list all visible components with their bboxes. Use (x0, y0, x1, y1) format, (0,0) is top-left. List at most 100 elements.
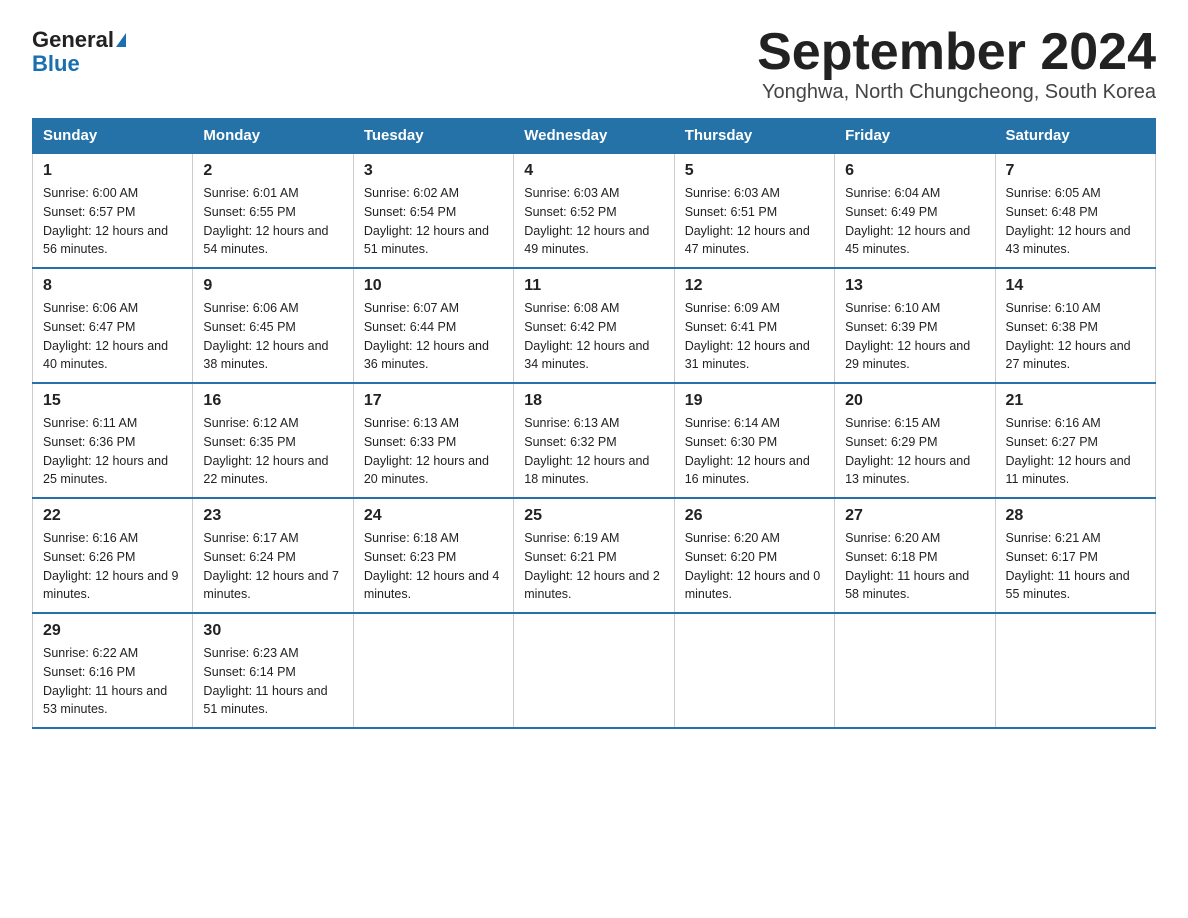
day-number: 21 (1006, 392, 1145, 410)
calendar-week-row: 1 Sunrise: 6:00 AMSunset: 6:57 PMDayligh… (33, 153, 1156, 268)
day-number: 1 (43, 162, 182, 180)
calendar-week-row: 15 Sunrise: 6:11 AMSunset: 6:36 PMDaylig… (33, 383, 1156, 498)
day-info: Sunrise: 6:08 AMSunset: 6:42 PMDaylight:… (524, 301, 649, 371)
calendar-cell: 25 Sunrise: 6:19 AMSunset: 6:21 PMDaylig… (514, 498, 674, 613)
weekday-header-tuesday: Tuesday (353, 119, 513, 154)
day-number: 19 (685, 392, 824, 410)
weekday-header-friday: Friday (835, 119, 995, 154)
logo-triangle-icon (116, 33, 126, 47)
logo-general: General (32, 28, 114, 52)
calendar-cell: 1 Sunrise: 6:00 AMSunset: 6:57 PMDayligh… (33, 153, 193, 268)
calendar-cell: 21 Sunrise: 6:16 AMSunset: 6:27 PMDaylig… (995, 383, 1155, 498)
calendar-cell: 19 Sunrise: 6:14 AMSunset: 6:30 PMDaylig… (674, 383, 834, 498)
day-info: Sunrise: 6:10 AMSunset: 6:39 PMDaylight:… (845, 301, 970, 371)
calendar-cell: 20 Sunrise: 6:15 AMSunset: 6:29 PMDaylig… (835, 383, 995, 498)
logo-blue: Blue (32, 52, 80, 76)
weekday-header-monday: Monday (193, 119, 353, 154)
day-number: 18 (524, 392, 663, 410)
calendar-cell: 15 Sunrise: 6:11 AMSunset: 6:36 PMDaylig… (33, 383, 193, 498)
day-number: 17 (364, 392, 503, 410)
day-number: 10 (364, 277, 503, 295)
calendar-cell: 29 Sunrise: 6:22 AMSunset: 6:16 PMDaylig… (33, 613, 193, 728)
weekday-header-saturday: Saturday (995, 119, 1155, 154)
page-header: General Blue September 2024 Yonghwa, Nor… (32, 24, 1156, 114)
calendar-cell: 2 Sunrise: 6:01 AMSunset: 6:55 PMDayligh… (193, 153, 353, 268)
day-info: Sunrise: 6:23 AMSunset: 6:14 PMDaylight:… (203, 646, 327, 716)
day-number: 4 (524, 162, 663, 180)
calendar-cell: 26 Sunrise: 6:20 AMSunset: 6:20 PMDaylig… (674, 498, 834, 613)
calendar-cell: 13 Sunrise: 6:10 AMSunset: 6:39 PMDaylig… (835, 268, 995, 383)
day-info: Sunrise: 6:20 AMSunset: 6:18 PMDaylight:… (845, 531, 969, 601)
calendar-cell: 30 Sunrise: 6:23 AMSunset: 6:14 PMDaylig… (193, 613, 353, 728)
day-number: 2 (203, 162, 342, 180)
day-number: 26 (685, 507, 824, 525)
calendar-cell: 12 Sunrise: 6:09 AMSunset: 6:41 PMDaylig… (674, 268, 834, 383)
calendar-week-row: 29 Sunrise: 6:22 AMSunset: 6:16 PMDaylig… (33, 613, 1156, 728)
day-number: 7 (1006, 162, 1145, 180)
day-info: Sunrise: 6:16 AMSunset: 6:26 PMDaylight:… (43, 531, 179, 601)
title-block: September 2024 Yonghwa, North Chungcheon… (757, 24, 1156, 114)
day-info: Sunrise: 6:12 AMSunset: 6:35 PMDaylight:… (203, 416, 328, 486)
day-info: Sunrise: 6:21 AMSunset: 6:17 PMDaylight:… (1006, 531, 1130, 601)
weekday-header-sunday: Sunday (33, 119, 193, 154)
calendar-cell: 17 Sunrise: 6:13 AMSunset: 6:33 PMDaylig… (353, 383, 513, 498)
calendar-cell: 28 Sunrise: 6:21 AMSunset: 6:17 PMDaylig… (995, 498, 1155, 613)
calendar-cell: 18 Sunrise: 6:13 AMSunset: 6:32 PMDaylig… (514, 383, 674, 498)
weekday-header-thursday: Thursday (674, 119, 834, 154)
day-info: Sunrise: 6:09 AMSunset: 6:41 PMDaylight:… (685, 301, 810, 371)
day-info: Sunrise: 6:20 AMSunset: 6:20 PMDaylight:… (685, 531, 821, 601)
day-number: 13 (845, 277, 984, 295)
day-info: Sunrise: 6:06 AMSunset: 6:45 PMDaylight:… (203, 301, 328, 371)
calendar-week-row: 8 Sunrise: 6:06 AMSunset: 6:47 PMDayligh… (33, 268, 1156, 383)
day-number: 27 (845, 507, 984, 525)
day-info: Sunrise: 6:03 AMSunset: 6:52 PMDaylight:… (524, 186, 649, 256)
calendar-cell: 10 Sunrise: 6:07 AMSunset: 6:44 PMDaylig… (353, 268, 513, 383)
calendar-cell: 23 Sunrise: 6:17 AMSunset: 6:24 PMDaylig… (193, 498, 353, 613)
day-info: Sunrise: 6:13 AMSunset: 6:32 PMDaylight:… (524, 416, 649, 486)
weekday-header-row: SundayMondayTuesdayWednesdayThursdayFrid… (33, 119, 1156, 154)
day-info: Sunrise: 6:15 AMSunset: 6:29 PMDaylight:… (845, 416, 970, 486)
day-number: 6 (845, 162, 984, 180)
day-info: Sunrise: 6:04 AMSunset: 6:49 PMDaylight:… (845, 186, 970, 256)
day-info: Sunrise: 6:06 AMSunset: 6:47 PMDaylight:… (43, 301, 168, 371)
day-info: Sunrise: 6:10 AMSunset: 6:38 PMDaylight:… (1006, 301, 1131, 371)
calendar-cell: 5 Sunrise: 6:03 AMSunset: 6:51 PMDayligh… (674, 153, 834, 268)
logo: General Blue (32, 28, 126, 76)
calendar-cell: 14 Sunrise: 6:10 AMSunset: 6:38 PMDaylig… (995, 268, 1155, 383)
calendar-cell (835, 613, 995, 728)
day-number: 23 (203, 507, 342, 525)
day-number: 30 (203, 622, 342, 640)
day-info: Sunrise: 6:14 AMSunset: 6:30 PMDaylight:… (685, 416, 810, 486)
day-number: 14 (1006, 277, 1145, 295)
calendar-cell: 11 Sunrise: 6:08 AMSunset: 6:42 PMDaylig… (514, 268, 674, 383)
day-info: Sunrise: 6:17 AMSunset: 6:24 PMDaylight:… (203, 531, 339, 601)
day-info: Sunrise: 6:22 AMSunset: 6:16 PMDaylight:… (43, 646, 167, 716)
day-info: Sunrise: 6:11 AMSunset: 6:36 PMDaylight:… (43, 416, 168, 486)
day-info: Sunrise: 6:16 AMSunset: 6:27 PMDaylight:… (1006, 416, 1131, 486)
day-number: 20 (845, 392, 984, 410)
calendar-cell: 27 Sunrise: 6:20 AMSunset: 6:18 PMDaylig… (835, 498, 995, 613)
day-number: 11 (524, 277, 663, 295)
calendar-cell: 16 Sunrise: 6:12 AMSunset: 6:35 PMDaylig… (193, 383, 353, 498)
day-number: 8 (43, 277, 182, 295)
calendar-cell: 8 Sunrise: 6:06 AMSunset: 6:47 PMDayligh… (33, 268, 193, 383)
calendar-table: SundayMondayTuesdayWednesdayThursdayFrid… (32, 118, 1156, 729)
calendar-cell (995, 613, 1155, 728)
calendar-cell (514, 613, 674, 728)
day-number: 16 (203, 392, 342, 410)
day-number: 24 (364, 507, 503, 525)
calendar-cell (353, 613, 513, 728)
location-subtitle: Yonghwa, North Chungcheong, South Korea (757, 81, 1156, 104)
day-info: Sunrise: 6:01 AMSunset: 6:55 PMDaylight:… (203, 186, 328, 256)
calendar-cell: 9 Sunrise: 6:06 AMSunset: 6:45 PMDayligh… (193, 268, 353, 383)
calendar-cell: 7 Sunrise: 6:05 AMSunset: 6:48 PMDayligh… (995, 153, 1155, 268)
calendar-cell (674, 613, 834, 728)
day-info: Sunrise: 6:13 AMSunset: 6:33 PMDaylight:… (364, 416, 489, 486)
day-number: 5 (685, 162, 824, 180)
day-info: Sunrise: 6:18 AMSunset: 6:23 PMDaylight:… (364, 531, 500, 601)
calendar-cell: 22 Sunrise: 6:16 AMSunset: 6:26 PMDaylig… (33, 498, 193, 613)
calendar-week-row: 22 Sunrise: 6:16 AMSunset: 6:26 PMDaylig… (33, 498, 1156, 613)
day-info: Sunrise: 6:03 AMSunset: 6:51 PMDaylight:… (685, 186, 810, 256)
month-title: September 2024 (757, 24, 1156, 81)
day-number: 15 (43, 392, 182, 410)
